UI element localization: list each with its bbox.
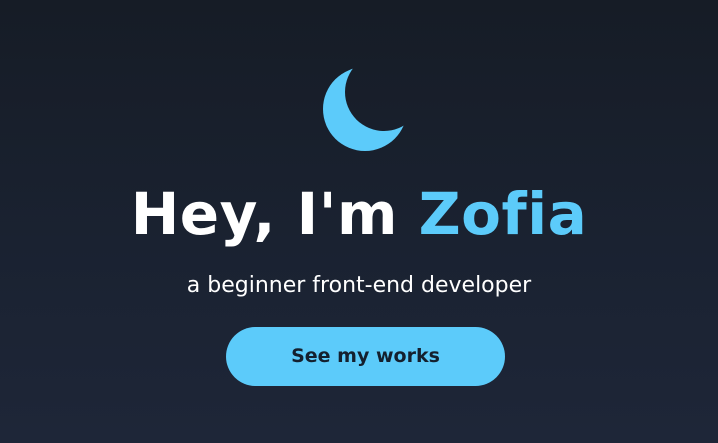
- subtitle: a beginner front-end developer: [186, 273, 532, 298]
- greeting-text: Hey, I'm: [130, 180, 398, 248]
- page-title: Hey, I'm Zofia: [0, 176, 718, 252]
- see-my-works-button[interactable]: See my works: [226, 327, 505, 386]
- crescent-moon-icon: [322, 64, 408, 154]
- name-highlight: Zofia: [418, 180, 588, 248]
- hero-section: Hey, I'm Zofia a beginner front-end deve…: [0, 0, 718, 443]
